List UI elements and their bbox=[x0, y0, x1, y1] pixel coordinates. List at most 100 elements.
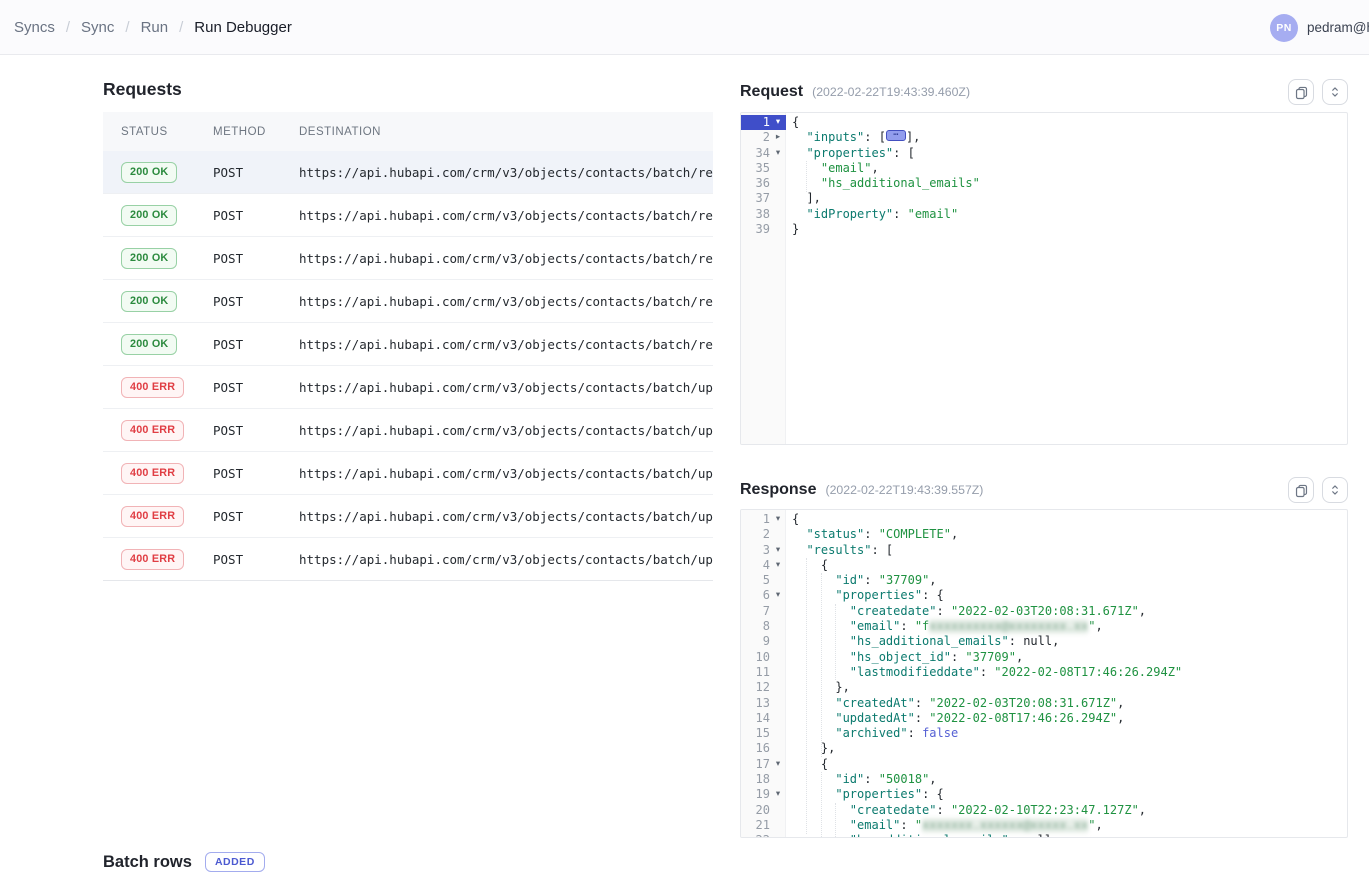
fold-toggle-icon[interactable]: ▸ bbox=[770, 130, 786, 145]
line-number: 2 bbox=[741, 527, 770, 542]
code-line-2: 2▸ "inputs": [⋯], bbox=[741, 130, 1347, 145]
destination-cell: https://api.hubapi.com/crm/v3/objects/co… bbox=[299, 552, 713, 567]
code-text: "properties": { bbox=[786, 588, 944, 603]
destination-cell: https://api.hubapi.com/crm/v3/objects/co… bbox=[299, 165, 713, 180]
token-punctuation: , bbox=[1052, 634, 1059, 648]
line-number: 1 bbox=[741, 115, 770, 130]
requests-title: Requests bbox=[103, 79, 182, 100]
line-number: 1 bbox=[741, 512, 770, 527]
request-row-9[interactable]: 400 ERRPOSThttps://api.hubapi.com/crm/v3… bbox=[103, 495, 713, 538]
status-badge: 400 ERR bbox=[121, 506, 184, 527]
fold-gutter-spacer bbox=[770, 665, 786, 680]
code-line-1: 1▾{ bbox=[741, 512, 1347, 527]
destination-cell: https://api.hubapi.com/crm/v3/objects/co… bbox=[299, 208, 713, 223]
token-punctuation: : bbox=[864, 573, 878, 587]
token-punctuation bbox=[792, 833, 850, 838]
breadcrumb-link-run[interactable]: Run bbox=[141, 19, 169, 36]
fold-toggle-icon[interactable]: ▾ bbox=[770, 115, 786, 130]
batch-rows-title: Batch rows bbox=[103, 853, 192, 872]
code-line-22: 22 "hs_additional_emails": null, bbox=[741, 833, 1347, 838]
method-cell: POST bbox=[213, 380, 299, 395]
token-key: "updatedAt" bbox=[835, 711, 914, 725]
code-text: "email", bbox=[786, 161, 879, 176]
fold-gutter-spacer bbox=[770, 696, 786, 711]
fold-toggle-icon[interactable]: ▾ bbox=[770, 787, 786, 802]
status-cell: 200 OK bbox=[103, 205, 213, 226]
token-punctuation: ], bbox=[792, 191, 821, 205]
line-number: 4 bbox=[741, 558, 770, 573]
fold-gutter-spacer bbox=[770, 803, 786, 818]
request-row-6[interactable]: 400 ERRPOSThttps://api.hubapi.com/crm/v3… bbox=[103, 366, 713, 409]
breadcrumb-link-syncs[interactable]: Syncs bbox=[14, 19, 55, 36]
token-string: "37709" bbox=[879, 573, 930, 587]
code-line-16: 16 }, bbox=[741, 741, 1347, 756]
token-string: "hs_additional_emails" bbox=[821, 176, 980, 190]
breadcrumb-separator: / bbox=[125, 19, 129, 36]
response-expand-button[interactable] bbox=[1322, 477, 1348, 503]
request-row-7[interactable]: 400 ERR POSThttps://api.hubapi.com/crm/v3… bbox=[103, 409, 713, 452]
request-expand-button[interactable] bbox=[1322, 79, 1348, 105]
request-title: Request bbox=[740, 83, 803, 101]
token-key: "createdate" bbox=[850, 803, 937, 817]
status-badge: 400 ERR bbox=[121, 377, 184, 398]
avatar[interactable]: PN bbox=[1270, 14, 1298, 42]
collapsed-range-widget[interactable]: ⋯ bbox=[886, 130, 906, 141]
token-punctuation: : [ bbox=[864, 130, 886, 144]
line-number: 39 bbox=[741, 222, 770, 237]
request-row-5[interactable]: 200 OKPOSThttps://api.hubapi.com/crm/v3/… bbox=[103, 323, 713, 366]
status-cell: 400 ERR bbox=[103, 549, 213, 570]
response-copy-button[interactable] bbox=[1288, 477, 1314, 503]
token-key: "id" bbox=[835, 772, 864, 786]
fold-toggle-icon[interactable]: ▾ bbox=[770, 558, 786, 573]
line-number: 3 bbox=[741, 543, 770, 558]
request-row-4[interactable]: 200 OKPOSThttps://api.hubapi.com/crm/v3/… bbox=[103, 280, 713, 323]
code-line-9: 9 "hs_additional_emails": null, bbox=[741, 634, 1347, 649]
fold-toggle-icon[interactable]: ▾ bbox=[770, 512, 786, 527]
code-text: "id": "50018", bbox=[786, 772, 937, 787]
status-cell: 200 OK bbox=[103, 291, 213, 312]
request-row-2[interactable]: 200 OKPOSThttps://api.hubapi.com/crm/v3/… bbox=[103, 194, 713, 237]
line-number: 37 bbox=[741, 191, 770, 206]
status-cell: 400 ERR bbox=[103, 420, 213, 441]
token-punctuation: ], bbox=[906, 130, 920, 144]
code-text: }, bbox=[786, 741, 835, 756]
token-string: "37709" bbox=[965, 650, 1016, 664]
token-punctuation: }, bbox=[792, 680, 850, 694]
request-row-3[interactable]: 200 OKPOSThttps://api.hubapi.com/crm/v3/… bbox=[103, 237, 713, 280]
request-copy-button[interactable] bbox=[1288, 79, 1314, 105]
destination-cell: https://api.hubapi.com/crm/v3/objects/co… bbox=[299, 423, 713, 438]
code-line-2: 2 "status": "COMPLETE", bbox=[741, 527, 1347, 542]
token-punctuation bbox=[792, 176, 821, 190]
fold-toggle-icon[interactable]: ▾ bbox=[770, 757, 786, 772]
line-number: 19 bbox=[741, 787, 770, 802]
method-cell: POST bbox=[213, 423, 299, 438]
fold-toggle-icon[interactable]: ▾ bbox=[770, 146, 786, 161]
response-code-editor[interactable]: 1▾{2 "status": "COMPLETE",3▾ "results": … bbox=[740, 509, 1348, 838]
status-badge: 400 ERR bbox=[121, 420, 184, 441]
code-text: { bbox=[786, 115, 799, 130]
token-punctuation: , bbox=[1095, 619, 1102, 633]
code-line-35: 35 "email", bbox=[741, 161, 1347, 176]
code-line-7: 7 "createdate": "2022-02-03T20:08:31.671… bbox=[741, 604, 1347, 619]
method-cell: POST bbox=[213, 552, 299, 567]
code-line-3: 3▾ "results": [ bbox=[741, 543, 1347, 558]
line-number: 38 bbox=[741, 207, 770, 222]
request-row-10[interactable]: 400 ERRPOSThttps://api.hubapi.com/crm/v3… bbox=[103, 538, 713, 581]
fold-gutter-spacer bbox=[770, 711, 786, 726]
user-menu[interactable]: PN pedram@hig bbox=[1270, 0, 1369, 55]
method-cell: POST bbox=[213, 466, 299, 481]
code-line-12: 12 }, bbox=[741, 680, 1347, 695]
token-punctuation bbox=[792, 665, 850, 679]
token-punctuation: , bbox=[871, 161, 878, 175]
breadcrumb-link-sync[interactable]: Sync bbox=[81, 19, 114, 36]
request-row-8[interactable]: 400 ERRPOSThttps://api.hubapi.com/crm/v3… bbox=[103, 452, 713, 495]
token-key: "hs_additional_emails" bbox=[850, 833, 1009, 838]
destination-cell: https://api.hubapi.com/crm/v3/objects/co… bbox=[299, 466, 713, 481]
fold-toggle-icon[interactable]: ▾ bbox=[770, 588, 786, 603]
token-punctuation: { bbox=[792, 115, 799, 129]
fold-toggle-icon[interactable]: ▾ bbox=[770, 543, 786, 558]
request-code-editor[interactable]: 1▾{2▸ "inputs": [⋯],34▾ "properties": [3… bbox=[740, 112, 1348, 445]
method-cell: POST bbox=[213, 208, 299, 223]
token-punctuation bbox=[792, 588, 835, 602]
request-row-1[interactable]: 200 OKPOSThttps://api.hubapi.com/crm/v3/… bbox=[103, 151, 713, 194]
